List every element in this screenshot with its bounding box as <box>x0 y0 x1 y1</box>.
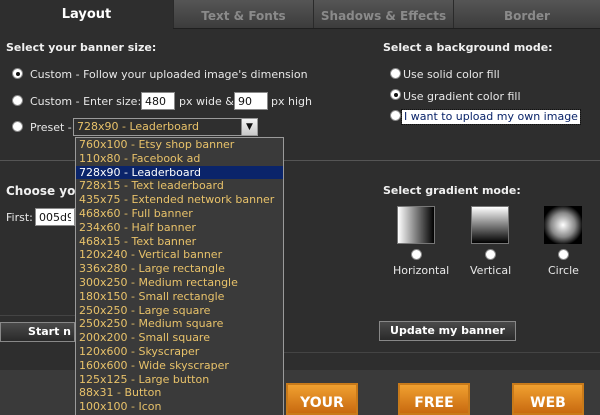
gradient-mode-heading: Select gradient mode: <box>383 184 521 197</box>
custom-size-label: Custom - Enter size: <box>30 95 142 108</box>
banner-thumbnail[interactable]: YOUR <box>286 383 358 415</box>
preset-option[interactable]: 336x280 - Large rectangle <box>76 262 283 276</box>
preset-dropdown-list[interactable]: 760x100 - Etsy shop banner 110x80 - Faceb… <box>75 137 284 415</box>
width-input[interactable] <box>141 92 175 110</box>
radio-preset[interactable] <box>12 121 23 132</box>
preset-option[interactable]: 468x60 - Full banner <box>76 207 283 221</box>
preset-option[interactable]: 760x100 - Etsy shop banner <box>76 138 283 152</box>
colors-heading: Choose you <box>6 184 84 198</box>
preset-select-value: 728x90 - Leaderboard <box>77 120 199 133</box>
follow-dimension-label: Custom - Follow your uploaded image's di… <box>30 68 308 81</box>
tab-shadows-effects[interactable]: Shadows & Effects <box>313 0 453 28</box>
banner-size-heading: Select your banner size: <box>6 41 157 54</box>
preset-option[interactable]: 250x250 - Large square <box>76 304 283 318</box>
gradient-fill-label: Use gradient color fill <box>403 90 521 103</box>
tab-underline <box>173 28 600 29</box>
vertical-gradient-swatch <box>471 206 509 244</box>
radio-solid-fill[interactable] <box>390 68 401 79</box>
circle-gradient-swatch <box>544 206 582 244</box>
first-color-input[interactable] <box>35 208 75 226</box>
radio-vertical[interactable] <box>485 249 496 260</box>
preset-option[interactable]: 234x60 - Half banner <box>76 221 283 235</box>
px-high-label: px high <box>271 95 312 108</box>
solid-fill-label: Use solid color fill <box>403 68 500 81</box>
tab-layout[interactable]: Layout <box>0 0 173 28</box>
circle-label: Circle <box>548 264 579 277</box>
preset-option[interactable]: 88x31 - Button <box>76 386 283 400</box>
radio-horizontal[interactable] <box>411 249 422 260</box>
radio-circle[interactable] <box>558 249 569 260</box>
preset-option[interactable]: 125x125 - Large button <box>76 373 283 387</box>
banner-thumbnail[interactable]: WEB <box>512 383 584 415</box>
tab-border[interactable]: Border <box>453 0 600 28</box>
chevron-down-icon[interactable]: ▼ <box>241 119 257 135</box>
preset-option[interactable]: 250x250 - Medium square <box>76 317 283 331</box>
preset-select[interactable]: 728x90 - Leaderboard ▼ <box>73 118 258 136</box>
radio-custom-size[interactable] <box>12 95 23 106</box>
banner-thumbnail[interactable]: FREE <box>398 383 470 415</box>
horizontal-gradient-swatch <box>397 206 435 244</box>
section-divider <box>0 160 75 161</box>
section-divider <box>284 160 600 161</box>
preset-option[interactable]: 180x150 - Small rectangle <box>76 290 283 304</box>
preset-option[interactable]: 200x200 - Small square <box>76 331 283 345</box>
preset-option[interactable]: 300x250 - Medium rectangle <box>76 276 283 290</box>
radio-follow-dimension[interactable] <box>12 68 23 79</box>
preset-option[interactable]: 100x100 - Icon <box>76 400 283 414</box>
tab-text-fonts[interactable]: Text & Fonts <box>173 0 313 28</box>
preset-option[interactable]: 120x240 - Vertical banner <box>76 248 283 262</box>
preset-option[interactable]: 435x75 - Extended network banner <box>76 193 283 207</box>
footer-divider <box>284 352 600 353</box>
vertical-label: Vertical <box>470 264 512 277</box>
start-button[interactable]: Start n <box>0 322 75 342</box>
preset-option[interactable]: 728x90 - Leaderboard <box>76 165 283 180</box>
radio-upload-image[interactable] <box>390 110 401 121</box>
preset-option[interactable]: 110x80 - Facebook ad <box>76 152 283 166</box>
preset-label: Preset - <box>30 121 72 134</box>
radio-gradient-fill[interactable] <box>390 89 401 100</box>
background-mode-heading: Select a background mode: <box>383 41 553 54</box>
px-wide-label: px wide & <box>179 95 234 108</box>
preset-option[interactable]: 468x15 - Text banner <box>76 235 283 249</box>
first-color-label: First: <box>6 211 33 224</box>
preset-option[interactable]: 728x15 - Text leaderboard <box>76 179 283 193</box>
preset-option[interactable]: 160x600 - Wide skyscraper <box>76 359 283 373</box>
update-banner-button[interactable]: Update my banner <box>379 321 516 341</box>
button-divider <box>0 315 75 316</box>
preset-option[interactable]: 120x600 - Skyscraper <box>76 345 283 359</box>
horizontal-label: Horizontal <box>393 264 450 277</box>
upload-image-label: I want to upload my own image <box>401 109 581 125</box>
height-input[interactable] <box>234 92 268 110</box>
